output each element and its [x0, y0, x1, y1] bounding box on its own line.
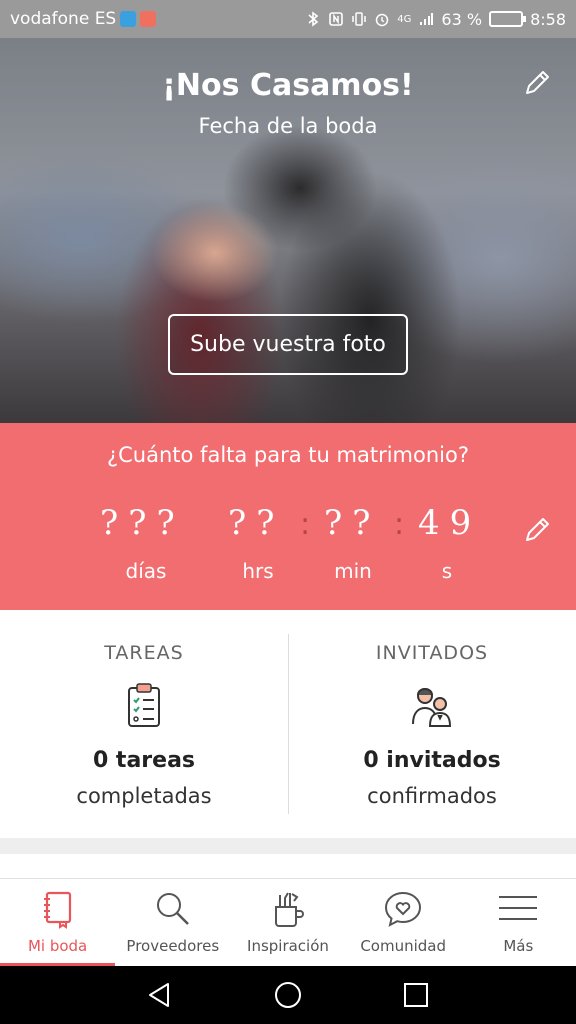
section-gap [0, 838, 576, 854]
edit-icon[interactable] [522, 68, 552, 98]
nav-item-inspiracion[interactable]: Inspiración [230, 879, 345, 967]
nav-label: Comunidad [360, 937, 446, 955]
status-bar: vodafone ES 4G 63 % 8:58 [0, 0, 576, 38]
chat-heart-icon [385, 891, 422, 927]
nav-item-mi-boda[interactable]: Mi boda [0, 879, 115, 967]
recents-icon[interactable] [401, 980, 431, 1010]
clipboard-checklist-icon [128, 683, 160, 727]
tasks-desc: completadas [76, 784, 212, 808]
nav-label: Proveedores [126, 937, 220, 955]
hours-label: hrs [242, 559, 274, 583]
countdown-hours: ?? [228, 503, 285, 543]
guests-heading: INVITADOS [375, 642, 489, 664]
next-card [0, 854, 576, 878]
notebook-icon [43, 891, 71, 929]
vibrate-icon [352, 12, 367, 26]
system-navigation-bar [0, 966, 576, 1024]
separator-dot: : [300, 507, 311, 542]
guests-count: 0 invitados [363, 748, 501, 773]
tasks-summary[interactable]: TAREAS 0 tareas completadas [0, 610, 288, 838]
search-icon [156, 893, 189, 925]
days-label: días [125, 559, 167, 583]
mail-notification-icon [140, 11, 157, 27]
bottom-navigation: Mi boda Proveedores Inspiración Comunida… [0, 878, 576, 967]
separator-dot: : [394, 507, 405, 542]
battery-icon [489, 11, 527, 27]
countdown-question: ¿Cuánto falta para tu matrimonio? [107, 443, 469, 467]
upload-photo-button[interactable]: Sube vuestra foto [168, 314, 408, 375]
countdown-row: ??? ?? : ?? : 49 días hrs min s [0, 503, 576, 583]
bluetooth-icon [308, 11, 319, 27]
nav-item-proveedores[interactable]: Proveedores [115, 879, 230, 967]
network-type: 4G [397, 13, 412, 25]
seconds-label: s [441, 559, 453, 583]
guests-desc: confirmados [367, 784, 497, 808]
status-right: 4G 63 % 8:58 [305, 10, 566, 29]
hero-banner: ¡Nos Casamos! Fecha de la boda Sube vues… [0, 38, 576, 423]
nav-label: Inspiración [247, 937, 329, 955]
wedding-date-link[interactable]: Fecha de la boda [0, 114, 576, 138]
home-icon[interactable] [273, 980, 303, 1010]
minutes-label: min [334, 559, 372, 583]
nav-item-mas[interactable]: Más [461, 879, 576, 967]
carrier-text: vodafone ES [10, 9, 117, 29]
vodafone-shield-icon [120, 11, 137, 27]
back-icon[interactable] [144, 980, 174, 1010]
tasks-heading: TAREAS [104, 642, 184, 664]
tools-cup-icon [274, 892, 304, 927]
stats-card: TAREAS 0 tareas completadas INVITADOS 0 … [0, 610, 576, 838]
countdown-seconds: 49 [418, 503, 482, 543]
edit-icon[interactable] [522, 515, 552, 545]
countdown-minutes: ?? [324, 503, 381, 543]
couple-guests-icon [412, 688, 452, 727]
countdown-days: ??? [100, 503, 185, 543]
hero-title: ¡Nos Casamos! [162, 68, 414, 103]
countdown-section: ¿Cuánto falta para tu matrimonio? ??? ??… [0, 423, 576, 610]
nfc-icon [329, 12, 344, 26]
nav-label: Mi boda [27, 937, 88, 955]
alarm-icon [376, 13, 389, 27]
clock-time: 8:58 [530, 9, 566, 29]
signal-icon [420, 13, 434, 25]
status-left: vodafone ES [10, 9, 157, 29]
nav-item-comunidad[interactable]: Comunidad [346, 879, 461, 967]
guests-summary[interactable]: INVITADOS 0 invitados confirmados [288, 610, 576, 838]
tasks-count: 0 tareas [92, 748, 196, 773]
menu-icon [499, 896, 538, 920]
nav-label: Más [503, 937, 534, 955]
battery-percent: 63 % [441, 9, 483, 29]
